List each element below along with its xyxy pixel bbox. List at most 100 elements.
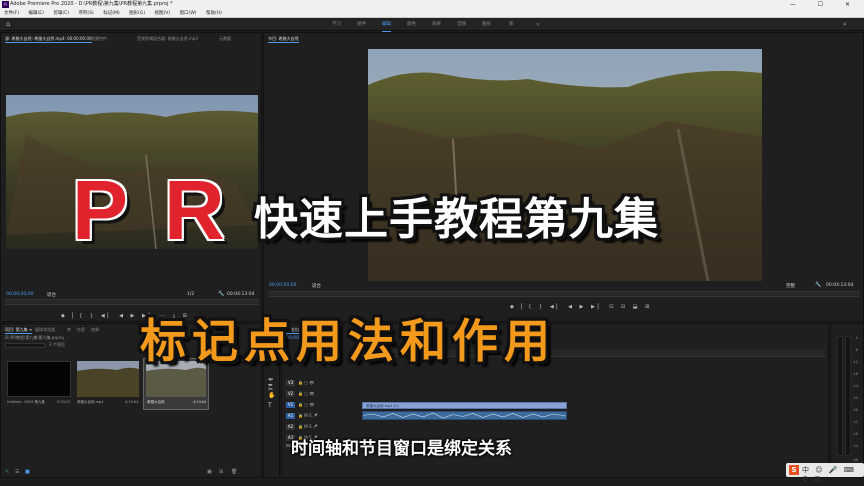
tab-effect-controls[interactable]: 效果控件 — [91, 36, 107, 42]
project-item-name: 希腊大自然 — [147, 400, 165, 404]
menu-edit[interactable]: 编辑(E) — [29, 11, 44, 16]
track-header-v1[interactable]: V1 🔒 ▢ 👁 — [286, 402, 361, 410]
workspace-tab-graphics[interactable]: 图形 — [482, 18, 491, 31]
search-icon[interactable]: ⌕ — [843, 20, 847, 29]
project-item-count: 3 个项目 — [49, 342, 65, 347]
overlay-subtitle-topic: 标记点用法和作用 — [140, 314, 556, 368]
project-path: D:\PR教程\第九集\第九集.prproj — [5, 335, 64, 340]
source-time-ruler[interactable] — [5, 299, 259, 305]
menu-help[interactable]: 帮助(H) — [206, 11, 222, 16]
menu-marker[interactable]: 标记(M) — [103, 11, 119, 16]
meter-tick: -18 — [852, 372, 858, 376]
track-header-v2[interactable]: V2 🔒 ▢ 👁 — [286, 391, 361, 399]
new-bin-icon[interactable]: ▣ — [207, 469, 212, 475]
workspace-more-button[interactable]: » — [536, 18, 540, 31]
meter-tick: -24 — [852, 384, 858, 388]
meter-tick: -42 — [852, 420, 858, 424]
audio-clip[interactable] — [362, 411, 567, 420]
workspace-tab-effects[interactable]: 效果 — [432, 18, 441, 31]
pen-tool-icon[interactable]: ✒ — [268, 382, 273, 389]
menu-file[interactable]: 文件(F) — [4, 11, 19, 16]
video-caption: 时间轴和节目窗口是绑定关系 — [291, 439, 512, 459]
menu-bar: 文件(F) 编辑(E) 剪辑(C) 序列(S) 标记(M) 图形(G) 视图(V… — [0, 9, 864, 18]
tab-metadata[interactable]: 元数据 — [219, 36, 231, 42]
workspace-tab-color[interactable]: 颜色 — [407, 18, 416, 31]
source-fit-dropdown[interactable]: 适合 — [47, 292, 56, 298]
wrench-icon[interactable]: 🔧 — [218, 291, 224, 297]
audio-meter-panel: 0 -6 -12 -18 -24 -30 -36 -42 -48 -54 dB — [830, 323, 864, 478]
meter-tick: -54 — [852, 444, 858, 448]
wrench-icon[interactable]: 🔧 — [815, 282, 821, 288]
trash-icon[interactable]: 🗑 — [231, 469, 237, 475]
hand-tool-icon[interactable]: ✋ — [268, 392, 275, 399]
source-timecode[interactable]: 00;00;00;00 — [6, 292, 33, 297]
window-title: Adobe Premiere Pro 2020 - D:\PR教程\第九集\PR… — [10, 1, 173, 7]
pencil-icon[interactable]: ✎ — [5, 469, 9, 475]
project-item-duration: 4:13:04 — [125, 400, 139, 404]
meter-tick: -48 — [852, 432, 858, 436]
menu-sequence[interactable]: 序列(S) — [78, 11, 93, 16]
source-duration: 00:04:13:04 — [227, 292, 255, 297]
project-item-name: 希腊大自然.mp4 — [77, 400, 104, 404]
tab-audio-clip-mixer[interactable]: 音频剪辑混合器: 希腊大自然.mp4 — [137, 36, 198, 42]
program-fit-dropdown[interactable]: 适合 — [312, 283, 321, 289]
meter-tick: -12 — [852, 360, 858, 364]
menu-clip[interactable]: 剪辑(C) — [53, 11, 69, 16]
meter-tick: -36 — [852, 408, 858, 412]
program-monitor-panel: 节目: 希腊大自然 00;00;00;00 适合 完整 🔧 00:04:13:0… — [263, 32, 864, 322]
audio-meter-right — [845, 336, 851, 456]
ime-tool-icons[interactable]: 中 ☺ 🎤 ⌨ ⚙ ⊞ — [802, 465, 864, 483]
home-icon[interactable]: ⌂ — [6, 20, 14, 28]
project-search-input[interactable] — [5, 343, 45, 348]
program-transport-controls[interactable]: ◆ ▏{ } ◀▏ ◀ ▶ ▶▏ ⊡ ⊟ ⬓ ⊞ — [510, 304, 652, 310]
meter-tick: dB — [853, 458, 858, 462]
tab-effects[interactable]: 效果 — [91, 327, 99, 333]
project-item-duration: 4:13:04 — [193, 400, 207, 404]
track-header-v3[interactable]: V3 🔒 ▢ 👁 — [286, 380, 361, 388]
workspace-tab-learn[interactable]: 学习 — [332, 18, 341, 31]
project-item-thumbnail[interactable] — [77, 361, 139, 397]
menu-graphics[interactable]: 图形(G) — [129, 11, 145, 16]
workspace-tab-editing[interactable]: 编辑 — [382, 18, 391, 32]
premiere-logo-icon: Pr — [2, 1, 9, 8]
program-time-ruler[interactable] — [268, 291, 860, 297]
meter-tick: -30 — [852, 396, 858, 400]
overlay-big-title: PR — [72, 163, 261, 257]
sogou-ime-icon[interactable]: S — [789, 465, 799, 475]
program-video-frame — [368, 49, 762, 281]
new-item-icon[interactable]: ⊞ — [219, 469, 223, 475]
title-bar: Pr Adobe Premiere Pro 2020 - D:\PR教程\第九集… — [0, 0, 864, 9]
tab-source[interactable]: 源: 希腊大自然: 希腊大自然.mp4: 00:00:00:00 — [5, 36, 92, 43]
program-duration: 00:04:13:04 — [826, 283, 854, 288]
project-item-thumbnail[interactable] — [7, 361, 71, 397]
project-item-duration: 5:20:27 — [57, 400, 71, 404]
workspace-tab-libraries[interactable]: 库 — [509, 18, 514, 31]
tab-program[interactable]: 节目: 希腊大自然 — [268, 36, 299, 43]
track-header-a2[interactable]: A2 🔒 M S 🎤 — [286, 424, 361, 432]
program-scale-dropdown[interactable]: 完整 — [786, 283, 795, 289]
window-controls[interactable]: — ☐ ✕ — [790, 0, 860, 9]
type-tool-icon[interactable]: T — [268, 402, 272, 409]
program-timecode[interactable]: 00;00;00;00 — [269, 283, 296, 288]
menu-view[interactable]: 视图(V) — [155, 11, 171, 16]
video-clip[interactable]: 希腊大自然.mp4 [V] — [362, 402, 567, 409]
audio-meter-left — [837, 336, 843, 456]
workspace-tab-audio[interactable]: 音频 — [457, 18, 466, 31]
tab-libraries[interactable]: 库 — [67, 327, 71, 333]
overlay-subtitle-episode: 快速上手教程第九集 — [254, 194, 659, 245]
ime-toolbar: S 中 ☺ 🎤 ⌨ ⚙ ⊞ — [786, 463, 864, 483]
list-view-icon[interactable]: ☰ — [15, 469, 19, 475]
tab-media-browser[interactable]: 媒体浏览器 — [35, 327, 55, 333]
workspace-tab-assembly[interactable]: 组件 — [357, 18, 366, 31]
meter-tick: 0 — [855, 336, 858, 340]
source-scale-dropdown[interactable]: 1/2 — [187, 292, 194, 297]
menu-window[interactable]: 窗口(W) — [180, 11, 197, 16]
icon-view-icon[interactable]: ■ — [25, 469, 30, 475]
meter-tick: -6 — [854, 348, 859, 352]
project-item-name: Untitled - 2019 第九集 — [7, 400, 45, 404]
tab-project[interactable]: 项目: 第九集 ≡ — [5, 327, 33, 334]
tab-info[interactable]: 信息 — [77, 327, 85, 333]
audio-waveform — [363, 412, 566, 419]
track-header-a1[interactable]: A1 🔒 M S 🎤 — [286, 413, 361, 421]
workspace-bar: ⌂ 学习 组件 编辑 颜色 效果 音频 图形 库 » ⌕ — [0, 18, 864, 32]
